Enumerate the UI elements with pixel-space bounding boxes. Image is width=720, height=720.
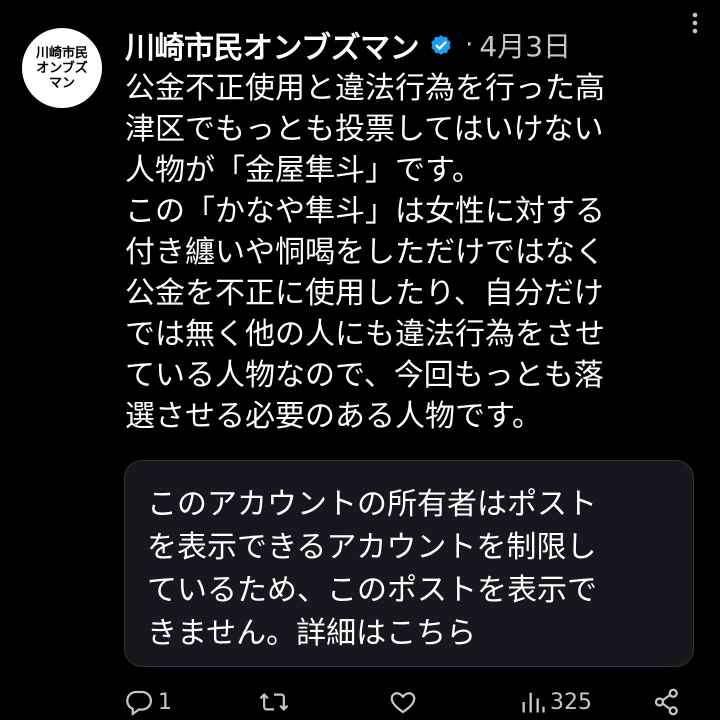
more-vertical-icon[interactable] bbox=[680, 8, 710, 38]
tweet-action-bar: 1 325 bbox=[120, 686, 690, 718]
avatar-text-line-2: オンブズ bbox=[36, 60, 88, 76]
tweet-header: 川崎市民オンブズマン · 4月3日 bbox=[125, 22, 695, 68]
tweet-body-line: 選させる必要のある人物です。 bbox=[125, 399, 542, 434]
views-button[interactable]: 325 bbox=[520, 686, 592, 718]
heart-icon bbox=[388, 687, 418, 717]
notice-line: きません。詳細はこちら bbox=[147, 616, 477, 651]
verified-badge-icon bbox=[427, 31, 455, 59]
tweet-body-line: この「かなや隼斗」は女性に対する bbox=[125, 194, 605, 229]
notice-line: ているため、このポストを表示で bbox=[147, 573, 597, 608]
tweet-body-line: ている人物なので、今回もっとも落 bbox=[125, 358, 604, 393]
views-chart-icon bbox=[520, 688, 546, 716]
retweet-icon bbox=[258, 687, 290, 717]
notice-line: このアカウントの所有者はポスト bbox=[147, 487, 597, 522]
tweet-body-line: 付き纏いや恫喝をしただけではなく bbox=[125, 235, 605, 270]
tweet-body-line: では無く他の人にも違法行為をさせ bbox=[125, 317, 605, 352]
like-button[interactable] bbox=[388, 686, 418, 718]
tweet-body-line: 津区でもっとも投票してはいけない bbox=[125, 112, 604, 147]
avatar[interactable]: 川崎市民 オンブズ マン bbox=[22, 28, 102, 108]
tweet-date[interactable]: 4月3日 bbox=[479, 25, 571, 65]
reply-button[interactable]: 1 bbox=[124, 686, 172, 718]
header-separator: · bbox=[465, 30, 474, 60]
quoted-post-unavailable-card[interactable]: このアカウントの所有者はポスト を表示できるアカウントを制限し ているため、この… bbox=[124, 460, 694, 667]
tweet-body-line: 人物が「金屋隼斗」です。 bbox=[125, 153, 482, 188]
reply-count: 1 bbox=[158, 689, 172, 715]
author-name[interactable]: 川崎市民オンブズマン bbox=[125, 23, 420, 67]
share-icon bbox=[652, 687, 682, 717]
tweet-body: 公金不正使用と違法行為を行った高 津区でもっとも投票してはいけない 人物が「金屋… bbox=[125, 68, 685, 437]
views-count: 325 bbox=[550, 689, 592, 715]
avatar-text-line-1: 川崎市民 bbox=[35, 45, 88, 61]
retweet-button[interactable] bbox=[258, 686, 290, 718]
unavailable-notice-text: このアカウントの所有者はポスト を表示できるアカウントを制限し ているため、この… bbox=[147, 483, 677, 655]
tweet-body-line: 公金を不正に使用したり、自分だけ bbox=[125, 276, 604, 311]
share-button[interactable] bbox=[652, 686, 682, 718]
tweet-body-line: 公金不正使用と違法行為を行った高 bbox=[125, 71, 605, 106]
avatar-text-line-3: マン bbox=[48, 75, 75, 91]
notice-line: を表示できるアカウントを制限し bbox=[147, 530, 597, 565]
reply-icon bbox=[124, 687, 154, 717]
